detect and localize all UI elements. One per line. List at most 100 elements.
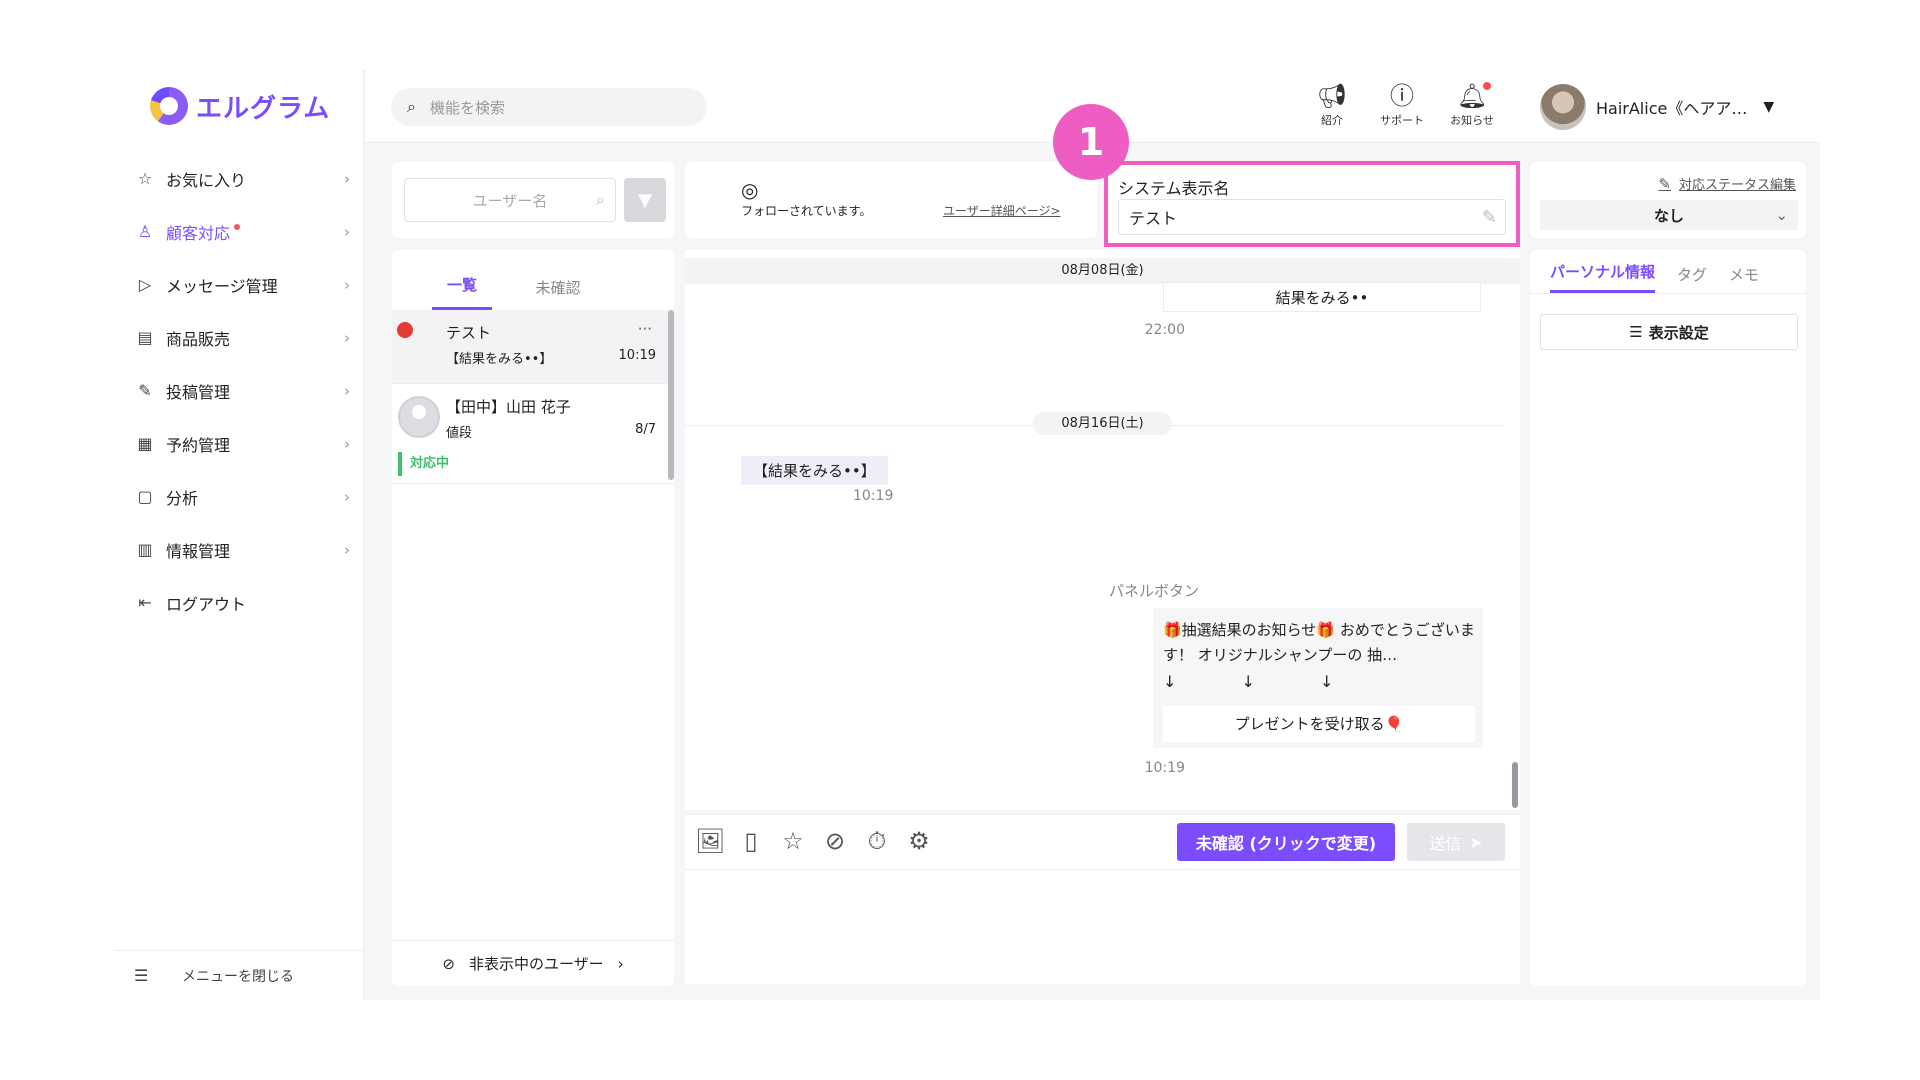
search-icon: ⌕	[596, 190, 605, 209]
image-icon[interactable]: 🖼︎	[695, 827, 725, 855]
edit-icon: ✎	[1658, 175, 1671, 193]
sidebar-item-post-management[interactable]: ✎ 投稿管理 ›	[114, 364, 364, 417]
panel-message-text: 🎁抽選結果のお知らせ🎁 おめでとうございます！ オリジナルシャンプーの 抽…	[1163, 621, 1475, 664]
star-icon[interactable]: ☆	[779, 827, 807, 855]
notifications-button[interactable]: 🔔︎ お知らせ	[1450, 80, 1494, 128]
user-search-placeholder: ユーザー名	[472, 191, 548, 210]
sidebar-item-customer-support[interactable]: ♙ 顧客対応 ›	[114, 205, 364, 258]
help-icon: ⓘ	[1390, 82, 1414, 110]
referral-button[interactable]: 📢︎ 紹介	[1310, 80, 1354, 128]
calendar-icon: ▦	[137, 434, 153, 453]
message-time: 10:19	[1144, 760, 1185, 776]
conversation-name: テスト	[446, 324, 492, 342]
chevron-right-icon: ›	[344, 434, 350, 453]
header-icons: 📢︎ 紹介 ⓘ サポート 🔔︎ お知らせ	[1310, 80, 1494, 128]
sidebar-item-logout[interactable]: ⇤ ログアウト	[114, 576, 364, 629]
chat-scrollbar[interactable]	[1512, 762, 1518, 808]
eye-off-icon: ⊘	[442, 954, 455, 973]
logo[interactable]: エルグラム	[150, 86, 330, 126]
sidebar-item-label: 分析	[166, 488, 199, 508]
system-display-name-field[interactable]: テスト ✎	[1118, 199, 1506, 235]
tab-memo[interactable]: メモ	[1729, 264, 1759, 293]
status-select[interactable]: なし ⌄	[1540, 200, 1798, 230]
message-composer: 🖼︎ ▯ ☆ ⊘ ⏱︎ ⚙︎ 未確認 (クリックで変更) 送信 ➤	[685, 814, 1520, 984]
hidden-users-label: 非表示中のユーザー	[468, 955, 604, 973]
sidebar-item-label: メッセージ管理	[166, 276, 278, 296]
chevron-right-icon: ›	[344, 487, 350, 506]
system-display-name-box: システム表示名 テスト ✎	[1104, 161, 1520, 247]
sidebar-item-reservation-management[interactable]: ▦ 予約管理 ›	[114, 417, 364, 470]
divider	[685, 869, 1520, 870]
instagram-icon: ◎	[741, 178, 759, 202]
more-options-icon[interactable]: ···	[638, 320, 652, 338]
display-settings-button[interactable]: ☰ 表示設定	[1540, 314, 1798, 350]
filter-button[interactable]: ▼	[624, 178, 666, 222]
panel-button-label: パネルボタン	[1109, 582, 1200, 600]
sidebar-item-label: 投稿管理	[166, 382, 231, 402]
search-icon: ⌕	[407, 97, 416, 116]
gear-icon[interactable]: ⚙︎	[905, 827, 933, 855]
report-icon: ▢	[137, 487, 153, 506]
user-menu[interactable]: HairAlice《ヘアア… ▼	[1540, 84, 1774, 130]
user-info-tabs: パーソナル情報 タグ メモ	[1530, 250, 1806, 294]
timer-icon[interactable]: ⏱︎	[863, 827, 891, 855]
outgoing-message: 結果をみる••	[1163, 282, 1481, 312]
conversation-time: 8/7	[635, 422, 656, 437]
eye-off-icon[interactable]: ⊘	[821, 827, 849, 855]
menu-collapse-icon: ☰	[134, 966, 149, 985]
conversation-item[interactable]: テスト ··· 【結果をみる••】 10:19	[392, 310, 674, 384]
status-edit-link[interactable]: ✎ 対応ステータス編集	[1658, 174, 1796, 193]
user-name-search-input[interactable]: ユーザー名 ⌕	[404, 178, 616, 222]
sidebar-item-label: 予約管理	[166, 435, 231, 455]
filter-icon: ▼	[638, 189, 652, 211]
feature-search-input[interactable]: ⌕ 機能を検索	[391, 88, 707, 126]
sidebar-item-product-sales[interactable]: ▤ 商品販売 ›	[114, 311, 364, 364]
sidebar: エルグラム ☆ お気に入り › ♙ 顧客対応 › ▷ メッセージ管理 › ▤ 商…	[114, 70, 364, 1000]
tab-all[interactable]: 一覧	[432, 274, 492, 310]
edit-icon: ✎	[138, 381, 152, 400]
system-display-name-label: システム表示名	[1118, 179, 1230, 198]
conversation-list-scrollbar[interactable]	[668, 310, 674, 480]
user-info-panel: パーソナル情報 タグ メモ ☰ 表示設定	[1530, 250, 1806, 986]
chevron-down-icon: ⌄	[1775, 206, 1788, 224]
status-panel: ✎ 対応ステータス編集 なし ⌄	[1530, 162, 1806, 238]
person-icon: ♙	[137, 222, 153, 241]
unconfirmed-toggle-button[interactable]: 未確認 (クリックで変更)	[1177, 823, 1395, 861]
incoming-message: 【結果をみる••】	[741, 456, 888, 485]
notification-dot	[234, 223, 241, 230]
receive-present-button[interactable]: プレゼントを受け取る🎈	[1163, 706, 1475, 742]
unread-indicator	[397, 322, 413, 338]
send-icon: ▷	[138, 275, 152, 294]
tab-unconfirmed[interactable]: 未確認	[528, 277, 588, 310]
document-icon[interactable]: ▯	[737, 827, 765, 855]
system-display-name-value: テスト	[1129, 209, 1178, 228]
conversation-last-message: 値段	[446, 426, 473, 441]
sidebar-item-favorites[interactable]: ☆ お気に入り ›	[114, 152, 364, 205]
composer-toolbar: 🖼︎ ▯ ☆ ⊘ ⏱︎ ⚙︎	[695, 827, 933, 855]
user-name: HairAlice《ヘアア…	[1596, 99, 1748, 118]
hidden-users-button[interactable]: ⊘ 非表示中のユーザー ›	[392, 940, 674, 986]
notification-dot	[1483, 82, 1492, 90]
chevron-right-icon: ›	[344, 381, 350, 400]
close-menu-button[interactable]: ☰ メニューを閉じる	[114, 950, 364, 1000]
tab-personal-info[interactable]: パーソナル情報	[1550, 261, 1656, 293]
user-detail-link[interactable]: ユーザー詳細ページ>	[943, 202, 1061, 219]
callout-badge: 1	[1053, 104, 1129, 180]
support-button[interactable]: ⓘ サポート	[1380, 80, 1424, 128]
status-badge: 対応中	[398, 452, 449, 476]
edit-icon[interactable]: ✎	[1482, 207, 1497, 228]
avatar	[1540, 84, 1586, 130]
date-label: 08月16日(土)	[1033, 412, 1172, 435]
sidebar-item-analysis[interactable]: ▢ 分析 ›	[114, 470, 364, 523]
sidebar-item-label: お気に入り	[166, 170, 247, 190]
send-button[interactable]: 送信 ➤	[1407, 823, 1505, 861]
following-status: フォローされています。	[741, 204, 872, 218]
conversation-item[interactable]: 【田中】山田 花子 値段 8/7 対応中	[392, 384, 674, 484]
sidebar-item-message-management[interactable]: ▷ メッセージ管理 ›	[114, 258, 364, 311]
chevron-right-icon: ›	[344, 222, 350, 241]
list-icon: ☰	[1629, 323, 1643, 341]
status-value: なし	[1653, 206, 1684, 225]
tab-tags[interactable]: タグ	[1677, 264, 1707, 293]
star-icon: ☆	[137, 169, 153, 188]
sidebar-item-info-management[interactable]: ▥ 情報管理 ›	[114, 523, 364, 576]
